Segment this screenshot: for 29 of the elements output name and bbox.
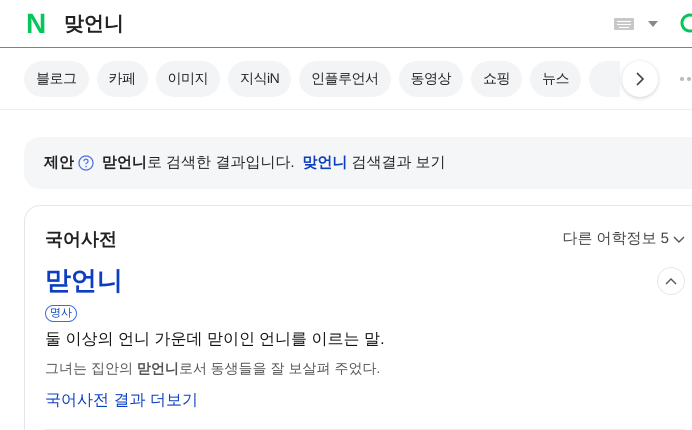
chevron-right-icon xyxy=(636,72,644,86)
search-query[interactable]: 맞언니 xyxy=(64,8,124,38)
collapse-button[interactable] xyxy=(657,266,685,294)
search-tab[interactable]: 인플루언서 xyxy=(299,60,391,96)
search-tab[interactable]: 지식iN xyxy=(228,60,292,96)
example-sentence: 그녀는 집안의 맏언니로서 동생들을 잘 보살펴 주었다. xyxy=(45,359,382,378)
more-icon[interactable] xyxy=(680,77,692,81)
suggestion-label: 제안 xyxy=(44,152,74,173)
caret-icon[interactable] xyxy=(648,20,658,26)
search-tab[interactable]: 쇼핑 xyxy=(471,60,522,96)
suggestion-link-suffix: 검색결과 보기 xyxy=(352,152,446,173)
dictionary-word[interactable]: 맏언니 xyxy=(45,261,123,300)
more-results-link[interactable]: 국어사전 결과 더보기 xyxy=(45,389,683,413)
suggestion-link[interactable]: 맞언니 xyxy=(302,152,348,174)
help-icon[interactable] xyxy=(78,155,94,171)
more-info-button[interactable]: 다른 어학정보 5 xyxy=(562,228,685,251)
chevron-down-icon xyxy=(673,236,685,244)
next-button[interactable] xyxy=(622,61,658,97)
chevron-up-icon xyxy=(665,276,677,284)
search-tab[interactable]: 동영상 xyxy=(398,60,464,96)
card-title: 국어사전 xyxy=(45,228,117,251)
search-tab[interactable]: 블로그 xyxy=(24,60,88,96)
search-tab[interactable]: 이미지 xyxy=(156,60,220,96)
search-tab[interactable]: 카페 xyxy=(96,60,148,96)
definition-text: 둘 이상의 언니 가운데 맏이인 언니를 이르는 말. xyxy=(45,330,386,350)
keyboard-icon[interactable] xyxy=(614,18,634,30)
search-tab[interactable]: 뉴스 xyxy=(530,60,582,96)
part-of-speech-badge: 명사 xyxy=(45,305,77,322)
suggestion-text: 맏언니로 검색한 결과입니다. xyxy=(102,152,295,173)
